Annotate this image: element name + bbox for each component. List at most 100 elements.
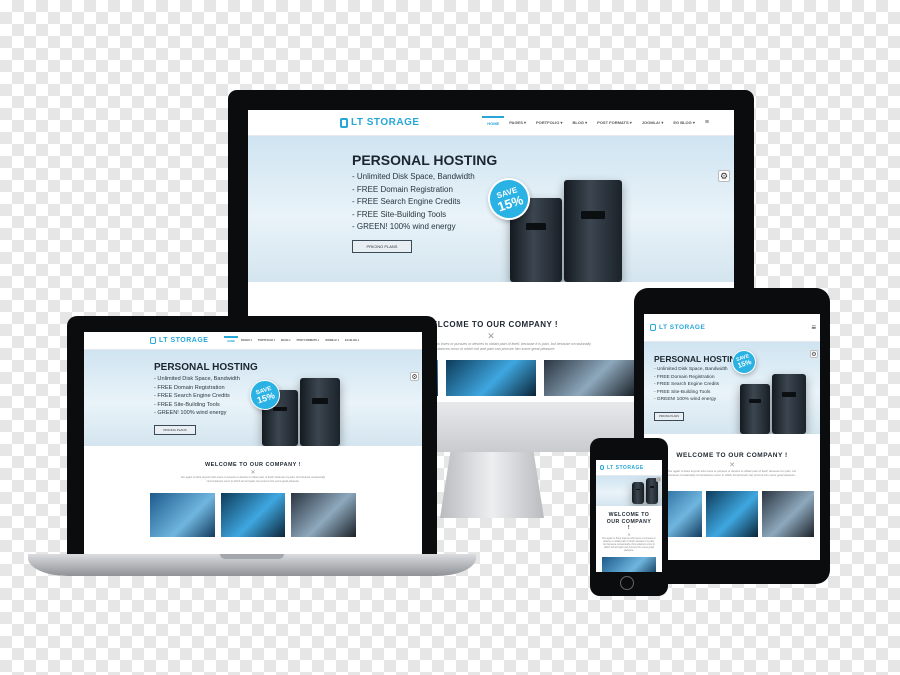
settings-gear-icon[interactable]: ⚙	[718, 170, 730, 182]
settings-gear-icon[interactable]: ⚙	[656, 477, 661, 482]
welcome-title: WELCOME TO OUR COMPANY !	[204, 462, 302, 468]
storage-logo-icon	[600, 465, 604, 470]
menu-item-pages[interactable]: PAGES ▾	[504, 117, 531, 128]
menu-item-post-formats[interactable]: POST FORMATS ▾	[294, 337, 322, 344]
apple-logo-icon	[480, 412, 502, 438]
hero-content: PERSONAL HOSTING - Unlimited Disk Space,…	[154, 362, 258, 436]
storage-logo-icon	[340, 117, 348, 128]
menu-item-joomla[interactable]: JOOMLA! ▾	[322, 337, 342, 344]
server-image	[740, 384, 770, 434]
menu-item-post-formats[interactable]: POST FORMATS ▾	[592, 117, 637, 128]
logo-text: LT STORAGE	[159, 337, 209, 344]
site-header: LT STORAGE	[596, 460, 662, 476]
logo-text: LT STORAGE	[607, 464, 644, 471]
settings-gear-icon[interactable]: ⚙	[410, 372, 419, 381]
feature-item: - FREE Site-Building Tools	[654, 389, 711, 395]
thumbnail-image[interactable]	[544, 360, 634, 396]
thumbnail-image[interactable]	[706, 491, 758, 537]
feature-item: - Unlimited Disk Space, Bandwidth	[154, 376, 240, 382]
settings-gear-icon[interactable]: ⚙	[810, 350, 818, 358]
welcome-section: WELCOME TO OUR COMPANY ! ✕ Nor again is …	[84, 446, 422, 538]
menu-item-home[interactable]: HOME	[224, 336, 238, 345]
thumbnail-image[interactable]	[762, 491, 814, 537]
welcome-intro: Nor again is there anyone who loves or p…	[180, 476, 326, 483]
menu-item-blog[interactable]: BLOG ▾	[278, 337, 294, 344]
site-logo[interactable]: LT STORAGE	[340, 117, 420, 128]
cross-divider-icon: ✕	[729, 462, 735, 469]
tablet-screen: LT STORAGE ≡ PERSONAL HOSTING - Unlimite…	[644, 314, 820, 560]
feature-item: - FREE Search Engine Credits	[352, 197, 461, 206]
menu-icon[interactable]: ≡	[811, 323, 816, 332]
welcome-intro: Nor again is there anyone who loves or p…	[602, 536, 656, 553]
menu-item-joomla[interactable]: JOOMLA! ▾	[637, 117, 669, 128]
hero-banner: PERSONAL HOSTING - Unlimited Disk Space,…	[84, 350, 422, 446]
laptop-screen: LT STORAGE HOME PAGES ▾ PORTFOLIO ▾ BLOG…	[84, 332, 422, 554]
hero-title: PERSONAL HOSTING	[352, 152, 498, 168]
phone-screen: LT STORAGE ⚙ WELCOME TO OUR COMPANY ! ✕ …	[596, 460, 662, 572]
site-logo[interactable]: LT STORAGE	[600, 465, 644, 471]
server-image	[300, 378, 340, 446]
home-button[interactable]	[620, 576, 634, 590]
site-header: LT STORAGE HOME PAGES ▾ PORTFOLIO ▾ BLOG…	[248, 110, 734, 136]
imac-stand	[440, 452, 544, 518]
feature-item: - Unlimited Disk Space, Bandwidth	[654, 367, 728, 372]
storage-logo-icon	[650, 324, 656, 331]
welcome-title: WELCOME TO OUR COMPANY !	[606, 512, 652, 531]
thumbnail-image[interactable]	[220, 493, 286, 538]
feature-item: - GREEN! 100% wind energy	[352, 222, 456, 231]
logo-text: LT STORAGE	[659, 324, 706, 331]
pricing-plans-button[interactable]: PRICING PLANS	[654, 411, 684, 421]
server-image	[564, 180, 622, 282]
feature-list: - Unlimited Disk Space, Bandwidth - FREE…	[154, 375, 258, 418]
hero-content: PERSONAL HOSTING - Unlimited Disk Space,…	[654, 354, 742, 422]
feature-item: - FREE Domain Registration	[352, 184, 453, 194]
feature-item: - FREE Search Engine Credits	[654, 382, 720, 388]
menu-item-portfolio[interactable]: PORTFOLIO ▾	[531, 117, 567, 128]
feature-list: - Unlimited Disk Space, Bandwidth - FREE…	[352, 171, 497, 234]
feature-item: - FREE Site-Building Tools	[154, 401, 220, 408]
hero-banner: ⚙	[596, 476, 662, 506]
feature-item: - FREE Search Engine Credits	[154, 393, 230, 399]
feature-thumbnails	[596, 553, 662, 572]
menu-item-eg-blog[interactable]: EG BLOG ▾	[342, 337, 362, 344]
menu-icon[interactable]: ≡	[700, 116, 714, 129]
menu-item-home[interactable]: HOME	[482, 116, 505, 129]
hero-banner: PERSONAL HOSTING - Unlimited Disk Space,…	[248, 136, 734, 282]
feature-item: - GREEN! 100% wind energy	[154, 410, 227, 416]
hero-content: PERSONAL HOSTING - Unlimited Disk Space,…	[352, 152, 497, 253]
server-image	[772, 374, 806, 434]
thumbnail-image[interactable]	[446, 360, 536, 396]
thumbnail-image[interactable]	[291, 493, 357, 538]
welcome-section: WELCOME TO OUR COMPANY ! ✕ Nor again is …	[644, 434, 820, 537]
hero-title: PERSONAL HOSTING	[654, 354, 743, 364]
menu-item-blog[interactable]: BLOG ▾	[567, 117, 592, 128]
feature-item: - GREEN! 100% wind energy	[654, 397, 717, 403]
pricing-plans-button[interactable]: PRICING PLANS	[154, 424, 196, 435]
site-header: LT STORAGE ≡	[644, 314, 820, 342]
pricing-plans-button[interactable]: PRICING PLANS	[352, 239, 412, 253]
feature-list: - Unlimited Disk Space, Bandwidth - FREE…	[654, 366, 742, 404]
thumbnail-image[interactable]	[150, 493, 215, 538]
site-header: LT STORAGE HOME PAGES ▾ PORTFOLIO ▾ BLOG…	[84, 332, 422, 350]
hero-title: PERSONAL HOSTING	[154, 362, 258, 373]
feature-item: - FREE Domain Registration	[654, 374, 715, 380]
feature-item: - FREE Domain Registration	[154, 384, 225, 391]
server-image	[632, 482, 644, 504]
menu-item-portfolio[interactable]: PORTFOLIO ▾	[255, 337, 278, 344]
menu-item-pages[interactable]: PAGES ▾	[238, 337, 255, 344]
cross-divider-icon: ✕	[250, 470, 256, 476]
hero-banner: PERSONAL HOSTING - Unlimited Disk Space,…	[644, 342, 820, 434]
site-logo[interactable]: LT STORAGE	[150, 337, 208, 344]
thumbnail-image[interactable]	[602, 556, 656, 572]
feature-thumbnails	[84, 483, 422, 538]
site-logo[interactable]: LT STORAGE	[650, 324, 705, 331]
feature-item: - FREE Site-Building Tools	[352, 209, 447, 219]
logo-text: LT STORAGE	[351, 117, 420, 128]
menu-item-eg-blog[interactable]: EG BLOG ▾	[668, 117, 700, 128]
welcome-title: WELCOME TO OUR COMPANY !	[676, 452, 788, 459]
welcome-section: WELCOME TO OUR COMPANY ! ✕ Nor again is …	[596, 506, 662, 572]
feature-item: - Unlimited Disk Space, Bandwidth	[352, 172, 475, 181]
laptop-notch	[220, 554, 284, 559]
welcome-intro: Nor again is there anyone who loves or p…	[667, 469, 797, 477]
main-menu: HOME PAGES ▾ PORTFOLIO ▾ BLOG ▾ POST FOR…	[224, 336, 362, 345]
